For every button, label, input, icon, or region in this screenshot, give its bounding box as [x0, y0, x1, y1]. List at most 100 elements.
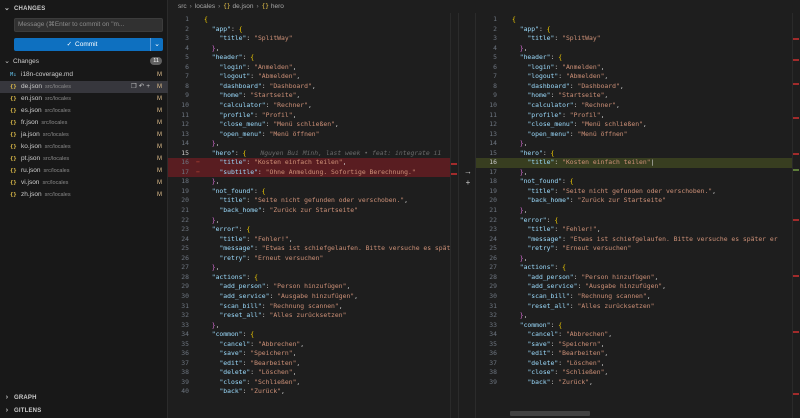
code-line[interactable]: 33 }, — [168, 321, 458, 331]
code-line[interactable]: 34 "common": { — [168, 330, 458, 340]
diff-modified-pane[interactable]: 1 {2 "app": {3 "title": "SplitWay" 4 }, 5 … — [476, 13, 800, 418]
code-line[interactable]: 8 "dashboard": "Dashboard", — [476, 82, 800, 92]
code-line[interactable]: 27 "actions": { — [476, 263, 800, 273]
code-line[interactable]: 28 "actions": { — [168, 273, 458, 283]
code-line[interactable]: 36 "edit": "Bearbeiten", — [476, 349, 800, 359]
code-line[interactable]: 18 }, — [168, 177, 458, 187]
overview-ruler[interactable] — [450, 13, 458, 418]
code-line[interactable]: 37 "delete": "Löschen", — [476, 359, 800, 369]
code-line[interactable]: 17− "subtitle": "Ohne Anmeldung. Soforti… — [168, 167, 458, 178]
code-line[interactable]: 39 "back": "Zurück", — [476, 378, 800, 388]
code-line[interactable]: 5 "header": { — [168, 53, 458, 63]
overview-ruler[interactable] — [792, 13, 800, 418]
diff-original-pane[interactable]: 1 {2 "app": {3 "title": "SplitWay" 4 }, 5 … — [168, 13, 458, 418]
code-line[interactable]: 11 "profile": "Profil", — [168, 111, 458, 121]
code-line[interactable]: 40 "back": "Zurück", — [168, 387, 458, 397]
code-line[interactable]: 3 "title": "SplitWay" — [168, 34, 458, 44]
code-line[interactable]: 21 "back_home": "Zurück zur Startseite" — [168, 206, 458, 216]
graph-section-header[interactable]: › GRAPH — [0, 392, 168, 404]
code-line[interactable]: 20 "title": "Seite nicht gefunden oder v… — [168, 196, 458, 206]
code-line[interactable]: 33 "common": { — [476, 321, 800, 331]
code-line[interactable]: 22 }, — [168, 216, 458, 226]
changed-file-item[interactable]: {} de.json src/locales ❐↶+ M — [0, 81, 168, 93]
horizontal-scrollbar[interactable] — [510, 411, 590, 416]
code-line[interactable]: 22 "error": { — [476, 216, 800, 226]
code-line[interactable]: 12 "close_menu": "Menü schließen", — [168, 120, 458, 130]
code-line[interactable]: 16− "title": "Kosten einfach teilen", — [168, 158, 458, 168]
code-line[interactable]: 25 "message": "Etwas ist schiefgelaufen.… — [168, 244, 458, 254]
code-line[interactable]: 23 "title": "Fehler!", — [476, 225, 800, 235]
code-line[interactable]: 4 }, — [168, 44, 458, 54]
changed-file-item[interactable]: {} ja.json src/locales M — [0, 129, 168, 141]
code-line[interactable]: 23 "error": { — [168, 225, 458, 235]
code-line[interactable]: 17 }, — [476, 168, 800, 178]
code-line[interactable]: 35 "cancel": "Abbrechen", — [168, 340, 458, 350]
code-line[interactable]: 30 "scan_bill": "Rechnung scannen", — [476, 292, 800, 302]
changed-file-item[interactable]: {} ru.json src/locales M — [0, 165, 168, 177]
gitlens-section-header[interactable]: › GITLENS — [0, 405, 168, 417]
code-line[interactable]: 32 "reset_all": "Alles zurücksetzen" — [168, 311, 458, 321]
code-line[interactable]: 10 "calculator": "Rechner", — [168, 101, 458, 111]
code-line[interactable]: 6 "login": "Anmelden", — [168, 63, 458, 73]
changed-file-item[interactable]: {} pt.json src/locales M — [0, 153, 168, 165]
code-line[interactable]: 12 "close_menu": "Menü schließen", — [476, 120, 800, 130]
code-line[interactable]: 4 }, — [476, 44, 800, 54]
breadcrumb-part[interactable]: src — [178, 3, 187, 10]
commit-dropdown-button[interactable]: ⌄ — [151, 38, 163, 51]
code-line[interactable]: 31 "scan_bill": "Rechnung scannen", — [168, 302, 458, 312]
code-line[interactable]: 37 "edit": "Bearbeiten", — [168, 359, 458, 369]
code-line[interactable]: 31 "reset_all": "Alles zurücksetzen" — [476, 302, 800, 312]
code-line[interactable]: 39 "close": "Schließen", — [168, 378, 458, 388]
changed-file-item[interactable]: M↓ i18n-coverage.md M — [0, 69, 168, 81]
code-line[interactable]: 16 "title": "Kosten einfach teilen"| — [476, 158, 800, 168]
code-line[interactable]: 29 "add_service": "Ausgabe hinzufügen", — [476, 282, 800, 292]
code-line[interactable]: 19 "title": "Seite nicht gefunden oder v… — [476, 187, 800, 197]
commit-button[interactable]: ✓ Commit — [14, 38, 150, 51]
code-line[interactable]: 24 "message": "Etwas ist schiefgelaufen.… — [476, 235, 800, 245]
code-line[interactable]: 36 "save": "Speichern", — [168, 349, 458, 359]
code-line[interactable]: 3 "title": "SplitWay" — [476, 34, 800, 44]
breadcrumb-part[interactable]: locales — [195, 3, 215, 10]
changed-file-item[interactable]: {} zh.json src/locales M — [0, 189, 168, 201]
changed-file-item[interactable]: {} en.json src/locales M — [0, 93, 168, 105]
code-line[interactable]: 19 "not_found": { — [168, 187, 458, 197]
code-line[interactable]: 8 "dashboard": "Dashboard", — [168, 82, 458, 92]
changes-section-header[interactable]: ⌄ CHANGES — [0, 3, 168, 15]
changed-file-item[interactable]: {} es.json src/locales M — [0, 105, 168, 117]
code-line[interactable]: 7 "logout": "Abmelden", — [476, 72, 800, 82]
changed-file-item[interactable]: {} fr.json src/locales M — [0, 117, 168, 129]
code-line[interactable]: 7 "logout": "Abmelden", — [168, 72, 458, 82]
code-line[interactable]: 24 "title": "Fehler!", — [168, 235, 458, 245]
code-line[interactable]: 1 { — [476, 15, 800, 25]
code-line[interactable]: 35 "save": "Speichern", — [476, 340, 800, 350]
code-line[interactable]: 20 "back_home": "Zurück zur Startseite" — [476, 196, 800, 206]
commit-message-input[interactable]: Message (⌘Enter to commit on "m... — [14, 18, 163, 32]
code-line[interactable]: 25 "retry": "Erneut versuchen" — [476, 244, 800, 254]
code-line[interactable]: 13 "open_menu": "Menü öffnen" — [168, 130, 458, 140]
code-line[interactable]: 1 { — [168, 15, 458, 25]
changed-file-item[interactable]: {} vi.json src/locales M — [0, 177, 168, 189]
code-line[interactable]: 27 }, — [168, 263, 458, 273]
code-line[interactable]: 6 "login": "Anmelden", — [476, 63, 800, 73]
code-line[interactable]: 26 }, — [476, 254, 800, 264]
breadcrumb-symbol[interactable]: hero — [271, 3, 284, 10]
code-line[interactable]: 14 }, — [168, 139, 458, 149]
code-line[interactable]: 38 "close": "Schließen", — [476, 368, 800, 378]
revert-arrow-icon[interactable]: → — [463, 167, 473, 177]
code-line[interactable]: 14 }, — [476, 139, 800, 149]
code-line[interactable]: 11 "profile": "Profil", — [476, 111, 800, 121]
stage-plus-icon[interactable]: + — [463, 178, 473, 188]
code-line[interactable]: 10 "calculator": "Rechner", — [476, 101, 800, 111]
code-line[interactable]: 29 "add_person": "Person hinzufügen", — [168, 282, 458, 292]
code-line[interactable]: 15 "hero": {Nguyen Bui Minh, last week •… — [168, 149, 458, 159]
stage-plus-icon[interactable]: + — [146, 83, 152, 90]
code-line[interactable]: 30 "add_service": "Ausgabe hinzufügen", — [168, 292, 458, 302]
code-line[interactable]: 26 "retry": "Erneut versuchen" — [168, 254, 458, 264]
code-line[interactable]: 9 "home": "Startseite", — [476, 91, 800, 101]
code-line[interactable]: 9 "home": "Startseite", — [168, 91, 458, 101]
breadcrumb-file[interactable]: de.json — [232, 3, 253, 10]
code-line[interactable]: 2 "app": { — [168, 25, 458, 35]
code-line[interactable]: 28 "add_person": "Person hinzufügen", — [476, 273, 800, 283]
open-file-icon[interactable]: ❐ — [131, 83, 139, 90]
code-line[interactable]: 18 "not_found": { — [476, 177, 800, 187]
